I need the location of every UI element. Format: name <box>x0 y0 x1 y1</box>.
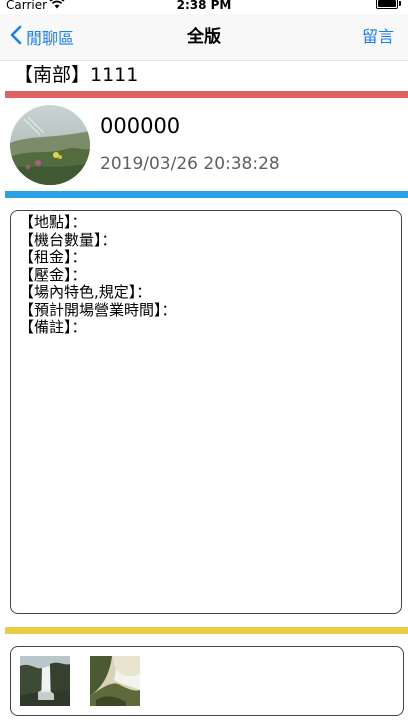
post-content: 【地點】： 【機台數量】： 【租金】： 【壓金】： 【場內特色,規定】： 【預計… <box>10 210 402 614</box>
author-name: 000000 <box>100 114 181 138</box>
back-button-label: 閒聊區 <box>26 29 75 48</box>
content-line: 【壓金】： <box>19 265 87 284</box>
navigation-bar: 閒聊區 全版 留言 <box>0 14 408 61</box>
content-line: 【場內特色,規定】： <box>19 283 152 301</box>
waterfall-photo-2[interactable] <box>90 656 140 706</box>
content-line: 【機台數量】： <box>19 230 117 249</box>
post-title: 【南部】1111 <box>14 64 139 86</box>
divider-blue <box>5 191 408 198</box>
comment-button[interactable]: 留言 <box>362 14 394 60</box>
photo-gallery <box>10 646 404 716</box>
content-line: 【備註】： <box>19 318 87 336</box>
chevron-left-icon <box>10 25 26 49</box>
content-line: 【地點】： <box>19 213 87 231</box>
back-button[interactable]: 閒聊區 <box>10 14 74 60</box>
avatar[interactable] <box>10 105 90 185</box>
content-line: 【預計開場營業時間】： <box>19 300 177 319</box>
waterfall-photo-1[interactable] <box>20 656 70 706</box>
status-bar: Carrier 2:38 PM <box>0 0 408 14</box>
divider-red <box>5 91 408 98</box>
divider-yellow <box>5 627 408 634</box>
status-time: 2:38 PM <box>176 0 232 12</box>
post-timestamp: 2019/03/26 20:38:28 <box>100 154 280 174</box>
battery-icon <box>376 0 401 9</box>
content-line: 【租金】： <box>19 248 87 266</box>
